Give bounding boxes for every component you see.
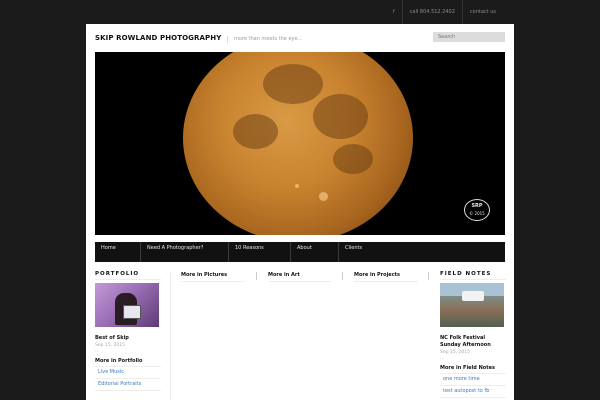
portfolio-column: PORTFOLIO Best of Skip Sep 15, 2015 ... … — [95, 271, 161, 391]
site-header: SKIP ROWLAND PHOTOGRAPHY more than meets… — [95, 24, 505, 52]
nav-item-home[interactable]: Home — [95, 242, 141, 262]
hero-image: SRP © 2015 — [95, 52, 505, 235]
field-notes-link-test-autopost[interactable]: test autopost to fb — [440, 386, 506, 398]
more-in-art-heading[interactable]: More in Art — [268, 272, 332, 282]
field-notes-link-one-more-time[interactable]: one more time — [440, 374, 506, 386]
column-divider — [256, 272, 257, 280]
search-input[interactable] — [433, 32, 505, 42]
field-notes-post-title[interactable]: NC Folk Festival Sunday Afternoon — [440, 335, 506, 349]
column-divider — [428, 272, 429, 280]
field-notes-column: FIELD NOTES NC Folk Festival Sunday Afte… — [440, 271, 506, 398]
moon-image — [183, 52, 413, 235]
portfolio-ellipsis: ... — [95, 348, 100, 354]
srp-watermark-logo: SRP © 2015 — [464, 199, 490, 221]
portfolio-heading: PORTFOLIO — [95, 271, 161, 280]
site-title[interactable]: SKIP ROWLAND PHOTOGRAPHY — [95, 34, 221, 42]
more-in-projects-heading[interactable]: More in Projects — [354, 272, 418, 282]
field-notes-heading: FIELD NOTES — [440, 271, 506, 280]
more-in-pictures-heading[interactable]: More in Pictures — [181, 272, 245, 282]
main-nav: Home Need A Photographer? 10 Reasons Abo… — [95, 242, 505, 262]
nav-item-about[interactable]: About — [291, 242, 339, 262]
more-in-portfolio-heading: More in Portfolio — [95, 358, 161, 367]
portfolio-post-title[interactable]: Best of Skip — [95, 335, 161, 342]
portfolio-thumbnail[interactable] — [95, 283, 159, 327]
pictures-column: More in Pictures — [181, 272, 245, 282]
column-separator — [170, 271, 171, 400]
field-notes-ellipsis: ... — [440, 355, 445, 361]
facebook-link[interactable]: f — [386, 0, 402, 24]
more-in-field-notes-heading: More in Field Notes — [440, 365, 506, 374]
top-bar: f call 804.512.2402 contact us — [0, 0, 600, 24]
site-tagline: more than meets the eye... — [227, 36, 302, 43]
column-divider — [342, 272, 343, 280]
phone-link[interactable]: call 804.512.2402 — [401, 0, 462, 24]
top-links: f call 804.512.2402 contact us — [386, 0, 503, 24]
projects-column: More in Projects — [354, 272, 418, 282]
nav-item-10-reasons[interactable]: 10 Reasons — [229, 242, 291, 262]
page-container: SKIP ROWLAND PHOTOGRAPHY more than meets… — [86, 24, 514, 400]
portfolio-link-editorial-portraits[interactable]: Editorial Portraits — [95, 379, 161, 391]
art-column: More in Art — [268, 272, 332, 282]
field-notes-thumbnail[interactable] — [440, 283, 504, 327]
portfolio-link-live-music[interactable]: Live Music — [95, 367, 161, 379]
nav-item-need-a-photographer[interactable]: Need A Photographer? — [141, 242, 229, 262]
nav-item-clients[interactable]: Clients — [339, 242, 379, 262]
contact-link[interactable]: contact us — [461, 0, 503, 24]
